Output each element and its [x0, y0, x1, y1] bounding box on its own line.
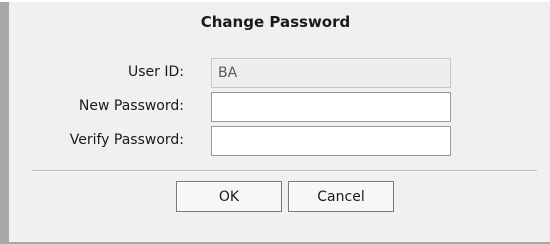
cancel-button[interactable]: Cancel — [288, 181, 394, 212]
top-border — [0, 0, 550, 2]
verify-password-label: Verify Password: — [69, 132, 184, 148]
separator-highlight — [32, 171, 537, 172]
new-password-field[interactable] — [211, 92, 451, 122]
left-border — [0, 0, 9, 244]
user-id-label: User ID: — [128, 64, 184, 80]
verify-password-field[interactable] — [211, 126, 451, 156]
user-id-field — [211, 58, 451, 88]
change-password-dialog: Change Password User ID: New Password: V… — [0, 0, 550, 244]
dialog-title: Change Password — [200, 13, 351, 31]
ok-button[interactable]: OK — [176, 181, 282, 212]
new-password-label: New Password: — [78, 98, 184, 114]
